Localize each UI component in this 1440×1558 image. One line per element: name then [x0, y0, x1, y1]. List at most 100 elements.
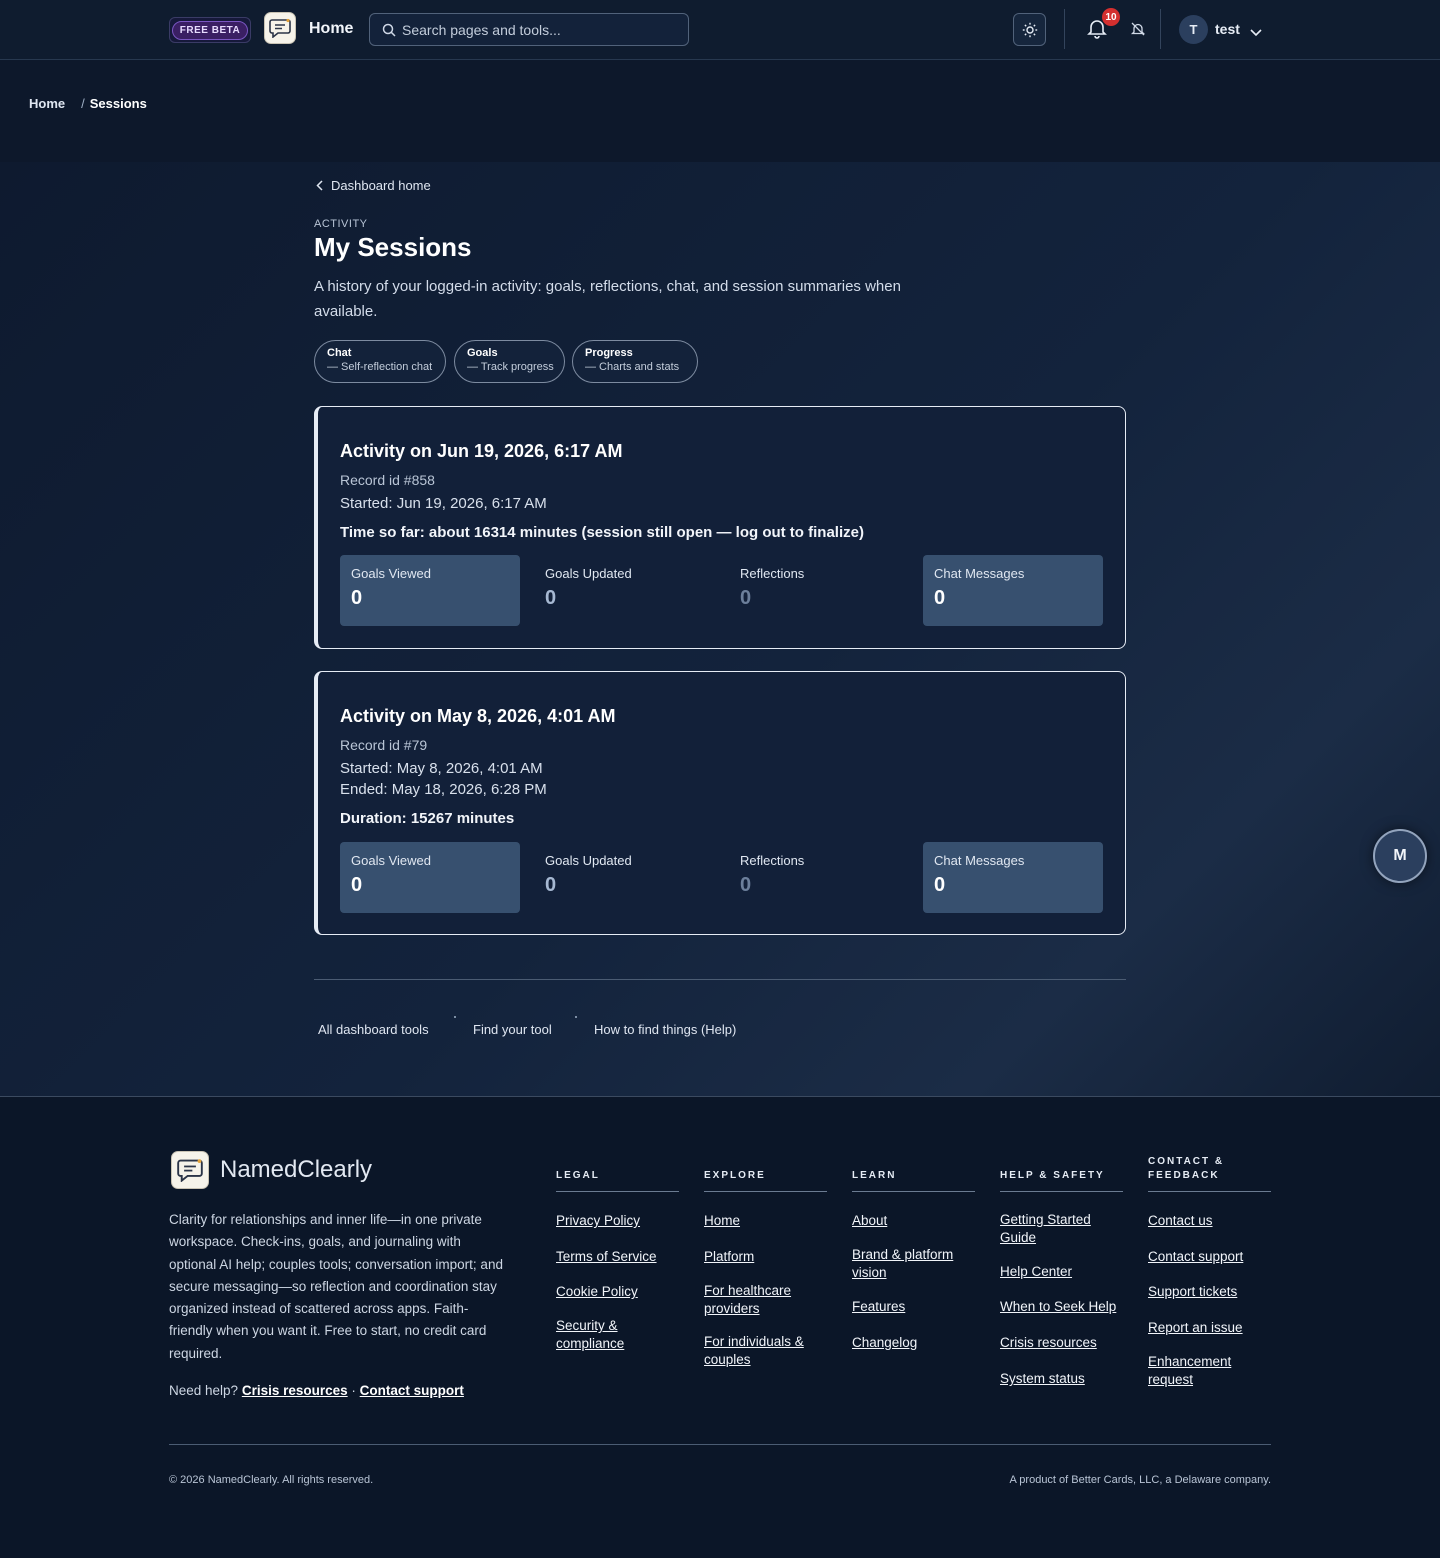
username-label[interactable]: test — [1215, 21, 1240, 37]
footer-link[interactable]: Changelog — [852, 1334, 975, 1352]
search-box — [369, 13, 689, 46]
breadcrumb-separator: / — [81, 96, 85, 111]
middot: · — [351, 1383, 356, 1398]
home-link[interactable]: Home — [309, 20, 353, 38]
pill-subtitle: — Track progress — [467, 361, 554, 373]
divider — [1000, 1191, 1123, 1192]
divider — [1148, 1191, 1271, 1192]
footer-link[interactable]: Getting Started Guide — [1000, 1211, 1100, 1247]
footer-brand-name[interactable]: NamedClearly — [220, 1156, 372, 1184]
divider — [1064, 9, 1065, 49]
session-ended: Ended: May 18, 2026, 6:28 PM — [340, 781, 547, 798]
footer-link[interactable]: Brand & platform vision — [852, 1246, 960, 1282]
footer-link[interactable]: Terms of Service — [556, 1248, 679, 1266]
stat-reflections: Reflections 0 — [729, 842, 909, 913]
footer-link[interactable]: Contact support — [1148, 1248, 1271, 1266]
footer-logo-icon[interactable] — [171, 1151, 209, 1189]
stat-goals-updated: Goals Updated 0 — [534, 842, 714, 913]
stat-value: 0 — [545, 874, 557, 896]
footer-link[interactable]: Platform — [704, 1248, 827, 1266]
session-card: Activity on Jun 19, 2026, 6:17 AM Record… — [314, 406, 1126, 649]
all-dashboard-tools-link[interactable]: All dashboard tools — [318, 1022, 429, 1037]
pill-goals[interactable]: Goals — Track progress — [454, 340, 565, 383]
session-duration: Time so far: about 16314 minutes (sessio… — [340, 524, 864, 541]
footer-link[interactable]: System status — [1000, 1370, 1123, 1388]
find-your-tool-link[interactable]: Find your tool — [473, 1022, 552, 1037]
session-title: Activity on Jun 19, 2026, 6:17 AM — [340, 441, 623, 461]
stat-value: 0 — [351, 587, 363, 609]
theme-toggle-button[interactable] — [1013, 13, 1046, 46]
footer-link[interactable]: Support tickets — [1148, 1283, 1271, 1301]
footer-link[interactable]: Cookie Policy — [556, 1283, 679, 1301]
footer-link[interactable]: Help Center — [1000, 1263, 1123, 1281]
column-heading: HELP & SAFETY — [1000, 1170, 1105, 1181]
divider — [169, 1444, 1271, 1445]
help-link[interactable]: How to find things (Help) — [594, 1022, 736, 1037]
session-title: Activity on May 8, 2026, 4:01 AM — [340, 706, 616, 726]
footer-link[interactable]: For individuals & couples — [704, 1333, 809, 1369]
beta-badge: FREE BETA — [169, 17, 251, 43]
footer-link[interactable]: Home — [704, 1212, 827, 1230]
contact-support-link[interactable]: Contact support — [360, 1383, 464, 1398]
stat-label: Chat Messages — [934, 853, 1025, 868]
stat-goals-viewed: Goals Viewed 0 — [340, 842, 520, 913]
company-note: A product of Better Cards, LLC, a Delawa… — [1009, 1474, 1271, 1486]
stat-goals-updated: Goals Updated 0 — [534, 555, 714, 626]
footer-link[interactable]: Contact us — [1148, 1212, 1271, 1230]
column-heading: LEGAL — [556, 1170, 600, 1181]
stat-chat-messages: Chat Messages 0 — [923, 842, 1103, 913]
footer-link[interactable]: Enhancement request — [1148, 1353, 1243, 1389]
stat-chat-messages: Chat Messages 0 — [923, 555, 1103, 626]
session-card: Activity on May 8, 2026, 4:01 AM Record … — [314, 671, 1126, 935]
stat-value: 0 — [351, 874, 363, 896]
record-id: Record id #858 — [340, 472, 435, 488]
pill-subtitle: — Self-reflection chat — [327, 361, 433, 373]
breadcrumb-home-link[interactable]: Home — [29, 96, 65, 111]
search-input[interactable] — [402, 14, 682, 45]
bell-off-icon[interactable] — [1130, 21, 1146, 42]
avatar[interactable]: T — [1179, 15, 1208, 44]
search-icon — [382, 23, 396, 42]
need-help-label: Need help? — [169, 1383, 239, 1398]
footer-link[interactable]: Crisis resources — [1000, 1334, 1123, 1352]
stat-label: Chat Messages — [934, 566, 1025, 581]
pill-title: Progress — [585, 347, 633, 359]
pill-title: Goals — [467, 347, 498, 359]
breadcrumb-band — [0, 60, 1440, 162]
need-help-line: Need help? Crisis resources · Contact su… — [169, 1383, 464, 1398]
footer-link[interactable]: For healthcare providers — [704, 1282, 804, 1318]
session-started: Started: Jun 19, 2026, 6:17 AM — [340, 495, 547, 512]
stat-value: 0 — [740, 874, 752, 896]
stat-label: Goals Viewed — [351, 566, 431, 581]
footer-link[interactable]: Security & compliance — [556, 1317, 636, 1353]
stat-value: 0 — [934, 874, 946, 896]
chevron-left-icon — [316, 180, 323, 191]
footer-link[interactable]: When to Seek Help — [1000, 1298, 1123, 1316]
chevron-down-icon[interactable] — [1250, 24, 1262, 42]
footer-link[interactable]: Features — [852, 1298, 975, 1316]
page-description: A history of your logged-in activity: go… — [314, 278, 901, 320]
session-started: Started: May 8, 2026, 4:01 AM — [340, 760, 543, 777]
column-heading: LEARN — [852, 1170, 897, 1181]
sun-icon — [1022, 22, 1037, 37]
dashboard-home-link[interactable]: Dashboard home — [316, 178, 431, 193]
divider — [314, 979, 1126, 980]
stat-label: Goals Updated — [545, 853, 632, 868]
stat-label: Reflections — [740, 853, 805, 868]
breadcrumb-current: Sessions — [89, 96, 147, 111]
page-eyebrow: ACTIVITY — [314, 218, 368, 230]
divider — [704, 1191, 827, 1192]
footer-link[interactable]: Report an issue — [1148, 1319, 1271, 1337]
record-id: Record id #79 — [340, 737, 428, 753]
page-title: My Sessions — [314, 232, 472, 262]
footer-link[interactable]: About — [852, 1212, 975, 1230]
pill-progress[interactable]: Progress — Charts and stats — [572, 340, 698, 383]
pill-chat[interactable]: Chat — Self-reflection chat — [314, 340, 446, 383]
footer-link[interactable]: Privacy Policy — [556, 1212, 679, 1230]
stat-label: Goals Viewed — [351, 853, 431, 868]
crisis-resources-link[interactable]: Crisis resources — [242, 1383, 348, 1398]
dot-separator — [454, 1016, 456, 1018]
session-duration: Duration: 15267 minutes — [340, 810, 515, 827]
app-logo-icon[interactable] — [264, 12, 296, 44]
floating-messages-button[interactable]: M — [1373, 829, 1427, 883]
